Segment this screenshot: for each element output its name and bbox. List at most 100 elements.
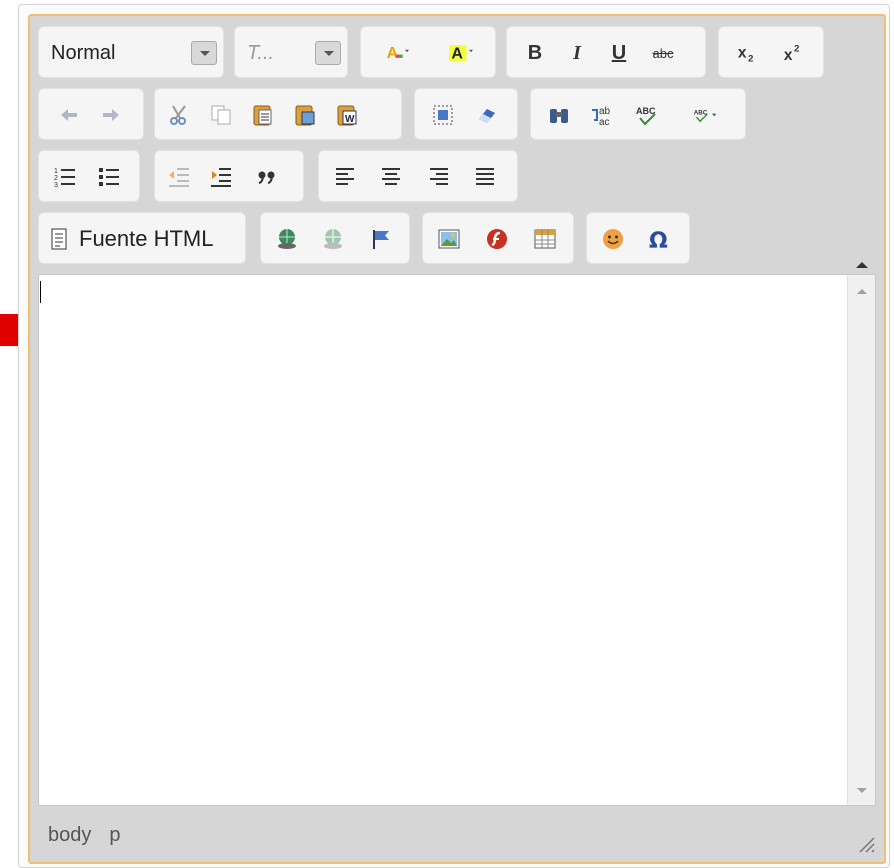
align-right-button[interactable] [423, 159, 455, 195]
background-color-button[interactable]: A [433, 35, 489, 71]
select-all-button[interactable] [427, 97, 459, 133]
redo-button[interactable] [95, 97, 127, 133]
svg-text:Ω: Ω [649, 229, 668, 251]
text-caret [40, 281, 41, 303]
italic-button[interactable]: I [561, 35, 593, 71]
editor-content-area[interactable] [38, 274, 876, 806]
paste-word-icon: W [337, 105, 357, 126]
special-char-button[interactable]: Ω [643, 221, 675, 257]
text-color-button[interactable]: A [369, 35, 425, 71]
bold-button[interactable]: B [519, 35, 551, 71]
paste-button[interactable] [247, 97, 279, 133]
paste-icon [253, 105, 272, 126]
undo-group [38, 88, 144, 140]
table-button[interactable] [529, 221, 561, 257]
remove-format-icon [479, 109, 495, 123]
anchor-icon [373, 230, 389, 249]
paste-text-icon [295, 105, 315, 126]
svg-text:2: 2 [54, 175, 58, 182]
font-group: T... [234, 26, 348, 78]
spellcheck-icon: ABC [636, 106, 656, 126]
blockquote-icon [258, 171, 275, 184]
font-combo[interactable]: T... [235, 35, 349, 71]
blockquote-button[interactable] [251, 159, 283, 195]
collapse-toolbar-icon[interactable] [852, 256, 872, 276]
flash-button[interactable] [481, 221, 513, 257]
indent-group [154, 150, 304, 202]
svg-text:1: 1 [54, 168, 58, 175]
list-group: 123 [38, 150, 140, 202]
copy-button[interactable] [205, 97, 237, 133]
indent-button[interactable] [205, 159, 237, 195]
underline-button[interactable]: U [603, 35, 635, 71]
align-right-icon [430, 168, 448, 185]
find-icon [550, 109, 568, 123]
resize-grip-icon[interactable] [854, 832, 876, 854]
rich-text-editor: Normal T... A A B I U abc x 2 x 2 W ab a… [28, 14, 886, 864]
remove-format-button[interactable] [471, 97, 503, 133]
scroll-up-icon[interactable] [857, 289, 867, 294]
justify-button[interactable] [469, 159, 501, 195]
justify-icon [476, 168, 494, 185]
svg-text:2: 2 [794, 42, 799, 53]
element-path-bar: body p [38, 814, 876, 856]
toolbar: Normal T... A A B I U abc x 2 x 2 W ab a… [38, 26, 878, 284]
find-button[interactable] [543, 97, 575, 133]
outdent-icon [169, 168, 189, 187]
smiley-button[interactable] [597, 221, 629, 257]
align-center-icon [382, 168, 400, 185]
superscript-button[interactable]: x2 [775, 35, 815, 71]
spellcheck-as-you-type-button[interactable]: ABC [679, 97, 731, 133]
image-button[interactable] [433, 221, 465, 257]
source-button[interactable]: Fuente HTML [47, 221, 243, 257]
svg-text:x: x [784, 47, 793, 64]
redo-icon [103, 109, 119, 121]
copy-icon [211, 105, 231, 125]
format-group: Normal [38, 26, 224, 78]
svg-text:A: A [387, 45, 399, 62]
format-combo[interactable]: Normal [39, 35, 225, 71]
special-char-icon: Ω [649, 229, 668, 251]
vertical-scrollbar[interactable] [847, 275, 875, 805]
basic-style-group: B I U abc [506, 26, 706, 78]
link-button[interactable] [271, 221, 303, 257]
unlink-button[interactable] [317, 221, 349, 257]
scroll-down-icon[interactable] [857, 788, 867, 793]
clipboard-group: W [154, 88, 402, 140]
table-icon [534, 229, 556, 249]
insert-group [422, 212, 574, 264]
paste-word-button[interactable]: W [331, 97, 363, 133]
superscript-icon: x2 [784, 42, 800, 64]
align-center-button[interactable] [375, 159, 407, 195]
strikethrough-button[interactable]: abc [647, 35, 679, 71]
element-path-body[interactable]: body [48, 824, 91, 847]
cut-button[interactable] [163, 97, 195, 133]
chevron-down-icon[interactable] [191, 41, 217, 65]
align-left-button[interactable] [329, 159, 361, 195]
anchor-button[interactable] [365, 221, 397, 257]
subscript-icon: x2 [738, 44, 754, 63]
svg-text:ab: ab [599, 106, 611, 117]
format-combo-value: Normal [51, 41, 116, 64]
spellcheck-button[interactable]: ABC [631, 97, 663, 133]
svg-text:A: A [451, 46, 463, 63]
unlink-icon [324, 229, 342, 249]
chevron-down-icon[interactable] [315, 41, 341, 65]
misc-group: Ω [586, 212, 690, 264]
undo-button[interactable] [53, 97, 85, 133]
bulleted-list-icon [99, 168, 119, 186]
bulleted-list-button[interactable] [93, 159, 125, 195]
paste-text-button[interactable] [289, 97, 321, 133]
svg-text:ac: ac [599, 117, 610, 127]
source-button-label: Fuente HTML [79, 226, 214, 251]
replace-icon: abac [592, 106, 611, 127]
subscript-button[interactable]: x2 [729, 35, 769, 71]
numbered-list-button[interactable]: 123 [49, 159, 81, 195]
select-all-icon [433, 105, 453, 125]
outdent-button[interactable] [163, 159, 195, 195]
element-path-p[interactable]: p [109, 824, 120, 847]
replace-button[interactable]: ab ac [585, 97, 617, 133]
indent-icon [211, 168, 231, 187]
select-group [414, 88, 518, 140]
align-group [318, 150, 518, 202]
